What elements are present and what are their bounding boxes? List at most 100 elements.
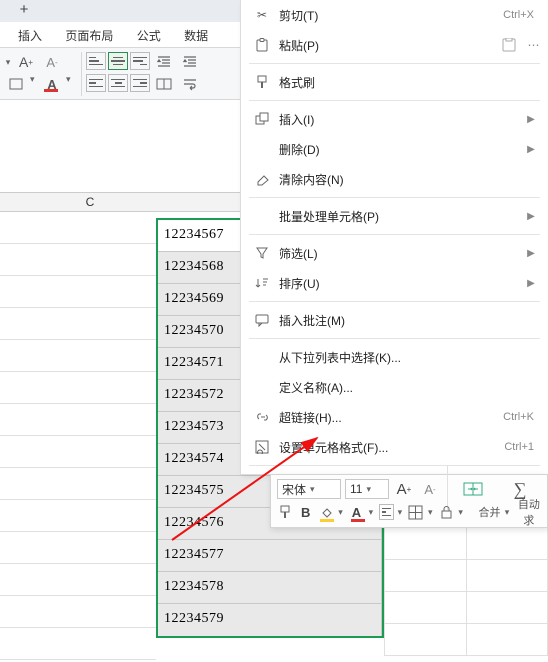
decrease-font-button[interactable]: A- [419,479,441,499]
menu-format-painter[interactable]: 格式刷 [241,67,548,97]
decrease-font-button[interactable]: A- [40,52,64,72]
funnel-icon [251,243,273,263]
tab-page-layout[interactable]: 页面布局 [55,22,123,44]
sort-icon [251,273,273,293]
menu-comment[interactable]: 插入批注(M) [241,305,548,335]
align-middle-center[interactable] [108,52,128,70]
chevron-right-icon: ▶ [524,248,538,259]
align-dd[interactable]: ▾ [398,507,404,518]
wrap-button[interactable] [178,74,202,94]
font-size-value: 11 [350,482,362,496]
menu-filter[interactable]: 筛选(L) ▶ [241,238,548,268]
merge-label[interactable]: 合并 [478,504,500,520]
tail-grid[interactable] [384,528,548,656]
bold-button[interactable]: B [297,502,313,522]
add-tab-button[interactable]: + [16,3,32,19]
menu-label: 清除内容(N) [273,171,538,188]
column-header-c[interactable]: C [30,193,150,212]
font-name-select[interactable]: 宋体 ▾ [277,479,341,499]
chevron-down-icon: ▾ [366,484,371,495]
increase-font-button[interactable]: A+ [393,479,415,499]
format-brush-button[interactable] [277,502,293,522]
chevron-right-icon: ▶ [524,211,538,222]
comment-icon [251,310,273,330]
menu-define-name[interactable]: 定义名称(A)... [241,372,548,402]
menu-separator [249,338,540,339]
tab-insert[interactable]: 插入 [8,22,52,44]
menu-separator [249,301,540,302]
tab-data[interactable]: 数据 [174,22,218,44]
toolbar-dd-a[interactable]: ▾ [30,74,38,94]
menu-label: 批量处理单元格(P) [273,208,524,225]
menu-label: 插入批注(M) [273,312,538,329]
cell[interactable]: 12234578 [158,572,382,604]
align-center[interactable] [108,74,128,92]
blank-icon [251,206,273,226]
blank-icon [251,139,273,159]
menu-hyperlink[interactable]: 超链接(H)... Ctrl+K [241,402,548,432]
menu-label: 插入(I) [273,111,524,128]
menu-separator [249,100,540,101]
toolbar-btn-a[interactable] [4,74,28,94]
lock-button[interactable] [438,502,454,522]
cell[interactable]: 12234577 [158,540,382,572]
menu-label: 剪切(T) [273,7,503,24]
menu-dropdown-list[interactable]: 从下拉列表中选择(K)... [241,342,548,372]
fill-color-dd[interactable]: ▾ [338,507,344,518]
paste-special-icon[interactable] [502,38,518,52]
cell[interactable]: 12234579 [158,604,382,636]
menu-clear[interactable]: 清除内容(N) [241,164,548,194]
toolbar: ▾ A+ A- ▾ A ▾ [0,48,240,100]
menu-label: 排序(U) [273,275,524,292]
font-name-value: 宋体 [282,481,306,498]
tab-formulas[interactable]: 公式 [127,22,171,44]
column-header-bar: C [0,192,240,212]
toolbar-dropdown1[interactable]: ▾ [4,52,12,72]
menu-label: 定义名称(A)... [273,379,538,396]
merge-button[interactable] [152,74,176,94]
font-color-button[interactable]: A [40,74,64,94]
menu-separator [249,197,540,198]
blank-icon [251,377,273,397]
indent-decrease[interactable] [152,52,176,72]
tab-strip: + [0,0,240,22]
menu-shortcut: Ctrl+K [503,411,538,423]
format-cells-icon [251,437,273,457]
menu-batch[interactable]: 批量处理单元格(P) ▶ [241,201,548,231]
menu-shortcut: Ctrl+X [503,9,538,21]
font-color-dd[interactable]: ▾ [66,74,74,94]
menu-label: 超链接(H)... [273,409,503,426]
chevron-down-icon: ▾ [310,484,315,495]
border-button[interactable] [408,502,424,522]
increase-font-button[interactable]: A+ [14,52,38,72]
autosum-label[interactable]: 自动求 [515,496,543,528]
indent-increase[interactable] [178,52,202,72]
menu-shortcut: Ctrl+1 [504,441,538,453]
menu-delete[interactable]: 删除(D) ▶ [241,134,548,164]
merge-group[interactable] [454,477,492,501]
font-color-button[interactable]: A [348,502,364,522]
menu-insert[interactable]: 插入(I) ▶ [241,104,548,134]
ribbon-tabs: 插入 页面布局 公式 数据 审 [0,22,240,48]
align-button[interactable] [379,504,394,520]
insert-icon [251,109,273,129]
merge-dd[interactable]: ▾ [505,507,511,518]
chevron-right-icon: ▶ [524,278,538,289]
brush-icon [251,72,273,92]
align-bottom-right[interactable] [130,52,150,70]
fill-color-button[interactable] [318,502,334,522]
blank-icon [251,347,273,367]
more-icon[interactable]: ⋯ [526,38,542,52]
align-top-left[interactable] [86,52,106,70]
font-color-dd[interactable]: ▾ [369,507,375,518]
menu-cut[interactable]: ✂ 剪切(T) Ctrl+X [241,0,548,30]
font-size-select[interactable]: 11 ▾ [345,479,389,499]
align-right[interactable] [130,74,150,92]
align-left[interactable] [86,74,106,92]
border-dd[interactable]: ▾ [428,507,434,518]
menu-sort[interactable]: 排序(U) ▶ [241,268,548,298]
lock-dd[interactable]: ▾ [458,507,464,518]
menu-separator [249,465,540,466]
menu-format-cells[interactable]: 设置单元格格式(F)... Ctrl+1 [241,432,548,462]
left-gutter [0,212,156,662]
